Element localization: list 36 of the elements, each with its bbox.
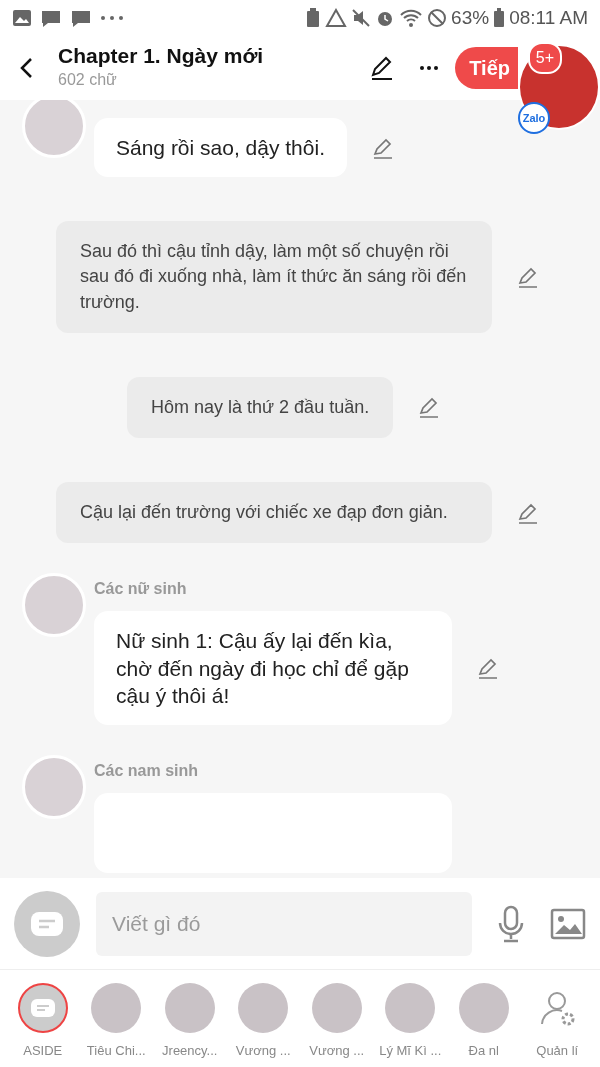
message-bubble: Nữ sinh 1: Cậu ấy lại đến kìa, chờ đến ngày đi học chỉ để gặp cậu ý thôi á! — [94, 611, 452, 726]
narration-bubble: Hôm nay là thứ 2 đầu tuần. — [127, 376, 394, 439]
microphone-icon[interactable] — [496, 904, 526, 943]
character-tab[interactable]: Tiêu Chi... — [79, 978, 153, 1066]
battery-percentage: 63% — [451, 5, 490, 30]
message-icon — [29, 998, 56, 1019]
narration-bubble: Sau đó thì cậu tỉnh dậy, làm một số chuyện rồi sau đó đi xuống nhà, làm ít thức ăn sáng rồi đến trường. — [56, 221, 492, 333]
battery-icon — [493, 8, 506, 28]
character-tab[interactable]: Quản lí — [520, 978, 594, 1066]
mute-icon — [351, 8, 372, 28]
next-button[interactable]: Tiếp — [455, 47, 518, 89]
character-tab[interactable]: Vương ... — [226, 978, 300, 1066]
narration-bubble: Cậu lại đến trường với chiếc xe đạp đơn giản. — [56, 482, 492, 544]
character-tab[interactable]: Lý Mĩ Kì ... — [373, 978, 447, 1066]
character-tab[interactable]: Vương ... — [300, 978, 374, 1066]
wifi-icon — [399, 8, 424, 28]
chat-notification-icon — [40, 8, 62, 28]
character-tab[interactable]: Jreency... — [153, 978, 227, 1066]
gallery-notification-icon — [12, 9, 32, 27]
image-icon[interactable] — [550, 907, 586, 940]
clock-time: 08:11 AM — [509, 5, 588, 30]
character-tab[interactable]: Đa nl — [447, 978, 521, 1066]
more-notifications-icon — [100, 15, 124, 21]
message-icon — [30, 910, 64, 937]
word-count: 602 chữ — [58, 69, 118, 90]
more-icon[interactable] — [419, 65, 440, 71]
message-bubble: Sáng rồi sao, dậy thôi. — [94, 118, 347, 178]
do-not-disturb-icon — [427, 8, 448, 28]
character-name: Các nam sinh — [94, 761, 200, 782]
notification-badge: 5+ — [527, 42, 562, 74]
message-input[interactable]: Viết gì đó — [96, 891, 472, 956]
character-name: Các nữ sinh — [94, 579, 188, 600]
character-tab[interactable]: ASIDE — [6, 978, 80, 1066]
chat-notification-icon — [70, 8, 92, 28]
chapter-title: Chapter 1. Ngày mới — [58, 44, 265, 68]
battery-saver-icon — [305, 8, 322, 28]
